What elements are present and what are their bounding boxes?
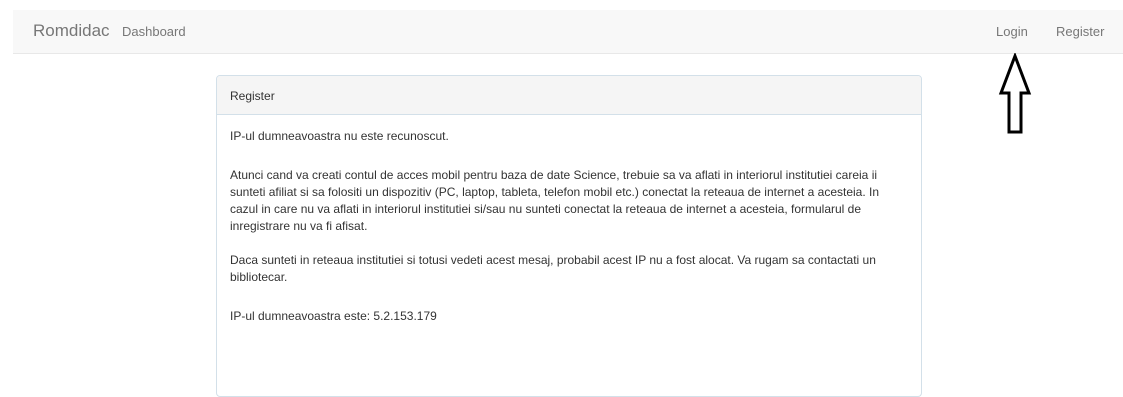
- instructions-paragraph: Atunci cand va creati contul de acces mo…: [230, 168, 880, 233]
- up-arrow-icon: [998, 53, 1032, 134]
- contact-paragraph: Daca sunteti in reteaua institutiei si t…: [230, 253, 876, 284]
- ip-address-text: IP-ul dumneavoastra este: 5.2.153.179: [230, 309, 437, 323]
- panel-body: IP-ul dumneavoastra nu este recunoscut. …: [217, 115, 921, 325]
- nav-link-register[interactable]: Register: [1056, 24, 1104, 39]
- nav-link-dashboard[interactable]: Dashboard: [122, 24, 186, 39]
- register-panel: Register IP-ul dumneavoastra nu este rec…: [216, 75, 922, 397]
- panel-heading: Register: [217, 76, 921, 115]
- brand-logo[interactable]: Romdidac: [33, 21, 110, 41]
- ip-unknown-message: IP-ul dumneavoastra nu este recunoscut.: [230, 129, 449, 143]
- nav-link-login[interactable]: Login: [996, 24, 1028, 39]
- top-navbar: Romdidac Dashboard Login Register: [13, 10, 1123, 54]
